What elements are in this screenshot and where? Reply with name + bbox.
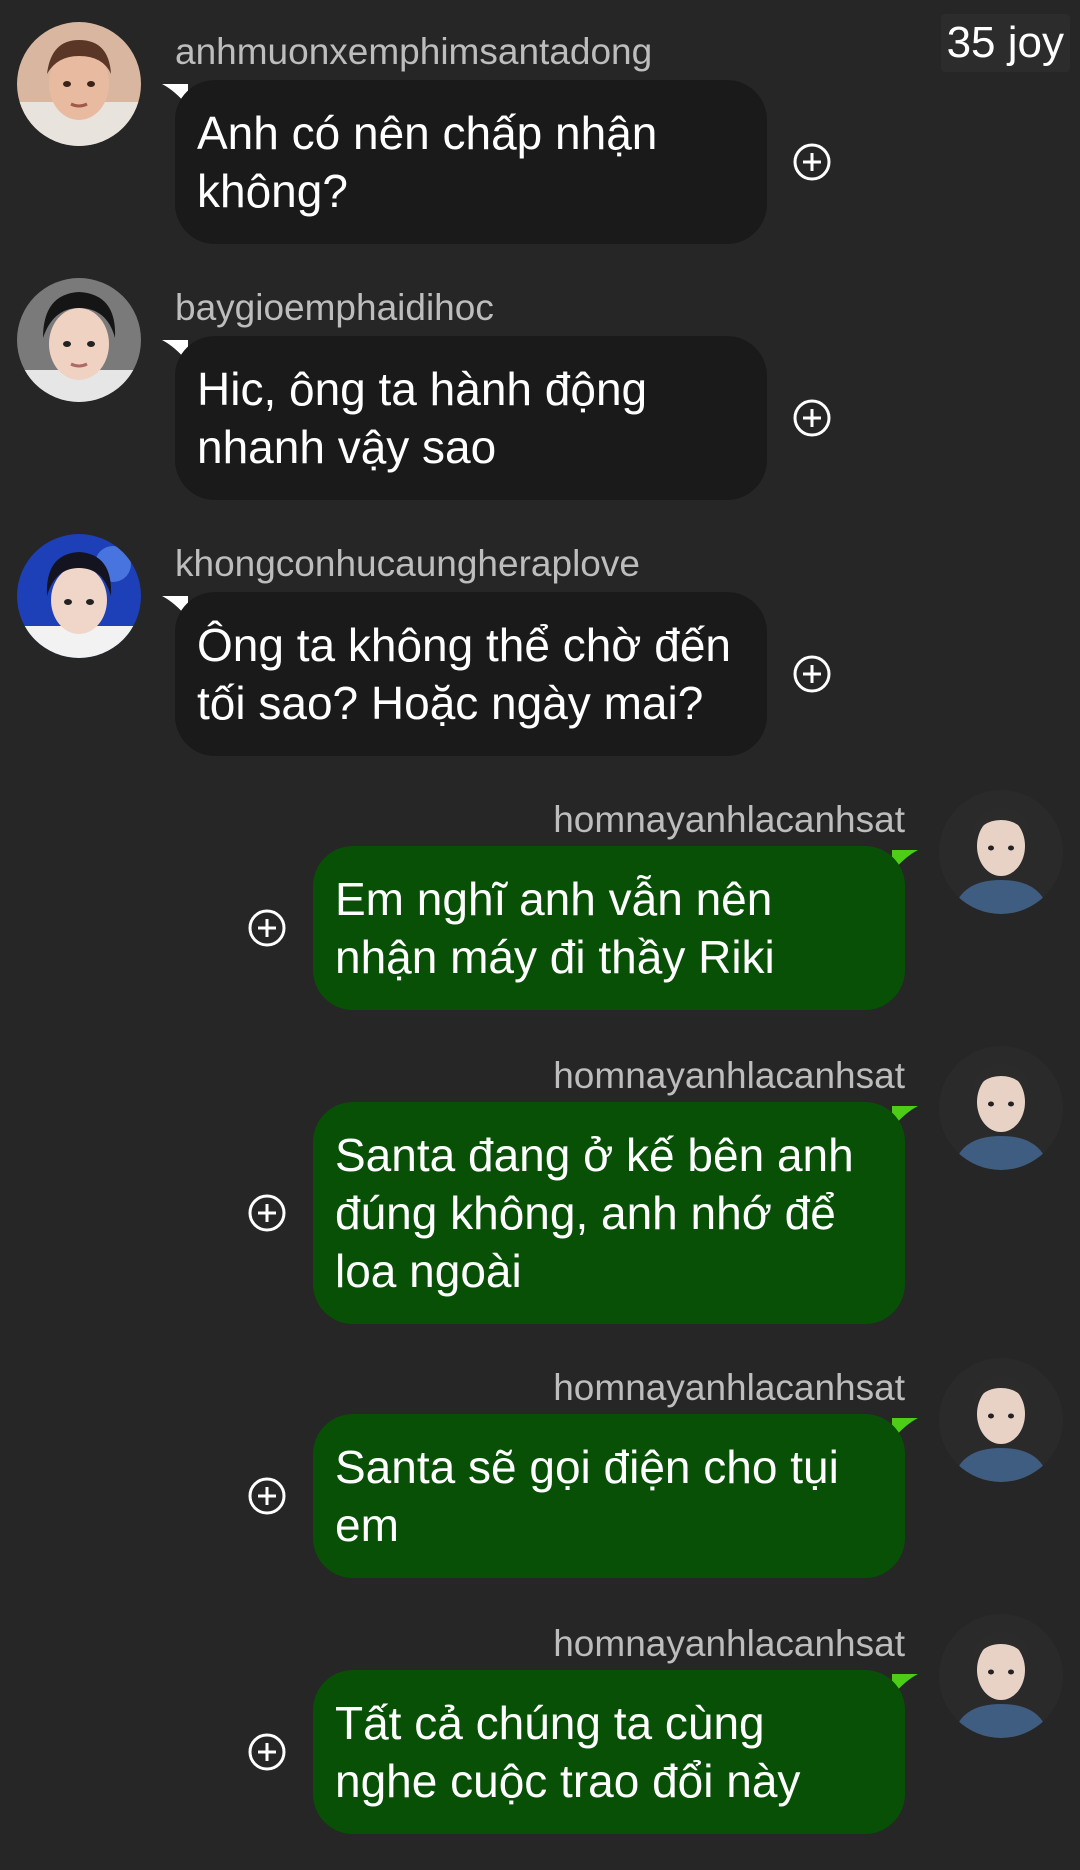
message-line: nghe cuộc trao đổi này [335,1755,801,1807]
message-line: không? [197,165,348,217]
avatar[interactable] [939,1614,1063,1738]
message-line: Em nghĩ anh vẫn nên [335,873,773,925]
message-line: em [335,1499,399,1551]
add-reaction-icon[interactable] [792,398,832,438]
message-line: tối sao? Hoặc ngày mai? [197,677,704,729]
joy-badge: 35 joy [940,14,1070,72]
add-reaction-icon[interactable] [247,908,287,948]
add-reaction-icon[interactable] [792,142,832,182]
message-bubble[interactable]: Hic, ông ta hành động nhanh vậy sao [175,336,767,500]
message-username[interactable]: homnayanhlacanhsat [553,798,905,842]
message-username[interactable]: baygioemphaidihoc [175,286,494,330]
avatar[interactable] [939,1358,1063,1482]
message-line: Santa sẽ gọi điện cho tụi [335,1441,839,1493]
message-bubble[interactable]: Em nghĩ anh vẫn nên nhận máy đi thầy Rik… [313,846,905,1010]
message-line: nhanh vậy sao [197,421,497,473]
message-username[interactable]: homnayanhlacanhsat [553,1366,905,1410]
message-line: Santa đang ở kế bên anh [335,1129,854,1181]
message-line: nhận máy đi thầy Riki [335,931,775,983]
message-bubble[interactable]: Tất cả chúng ta cùng nghe cuộc trao đổi … [313,1670,905,1834]
message-line: loa ngoài [335,1245,522,1297]
avatar[interactable] [939,1046,1063,1170]
avatar[interactable] [939,790,1063,914]
message-bubble[interactable]: Anh có nên chấp nhận không? [175,80,767,244]
message-line: Anh có nên chấp nhận [197,107,658,159]
add-reaction-icon[interactable] [247,1193,287,1233]
add-reaction-icon[interactable] [792,654,832,694]
message-line: Hic, ông ta hành động [197,363,648,415]
message-username[interactable]: anhmuonxemphimsantadong [175,30,652,74]
avatar[interactable] [17,534,141,658]
message-bubble[interactable]: Santa sẽ gọi điện cho tụi em [313,1414,905,1578]
message-bubble[interactable]: Ông ta không thể chờ đến tối sao? Hoặc n… [175,592,767,756]
avatar[interactable] [17,22,141,146]
message-username[interactable]: khongconhucaungheraplove [175,542,640,586]
message-username[interactable]: homnayanhlacanhsat [553,1054,905,1098]
add-reaction-icon[interactable] [247,1476,287,1516]
message-line: Ông ta không thể chờ đến [197,619,731,671]
message-line: đúng không, anh nhớ để [335,1187,836,1239]
message-line: Tất cả chúng ta cùng [335,1697,765,1749]
message-bubble[interactable]: Santa đang ở kế bên anh đúng không, anh … [313,1102,905,1324]
add-reaction-icon[interactable] [247,1732,287,1772]
message-username[interactable]: homnayanhlacanhsat [553,1622,905,1666]
avatar[interactable] [17,278,141,402]
